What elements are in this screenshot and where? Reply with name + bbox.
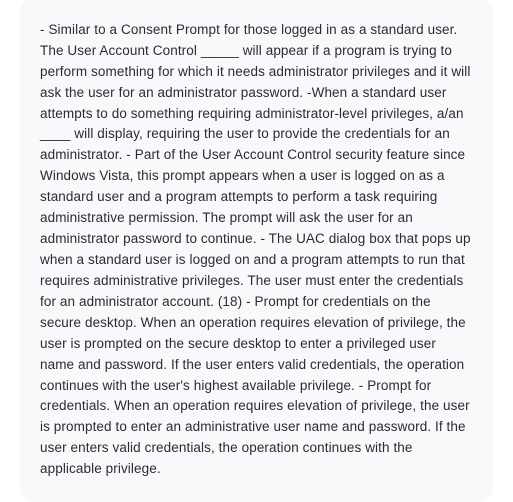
content-card: - Similar to a Consent Prompt for those …	[20, 0, 493, 502]
body-text: - Similar to a Consent Prompt for those …	[40, 20, 473, 480]
